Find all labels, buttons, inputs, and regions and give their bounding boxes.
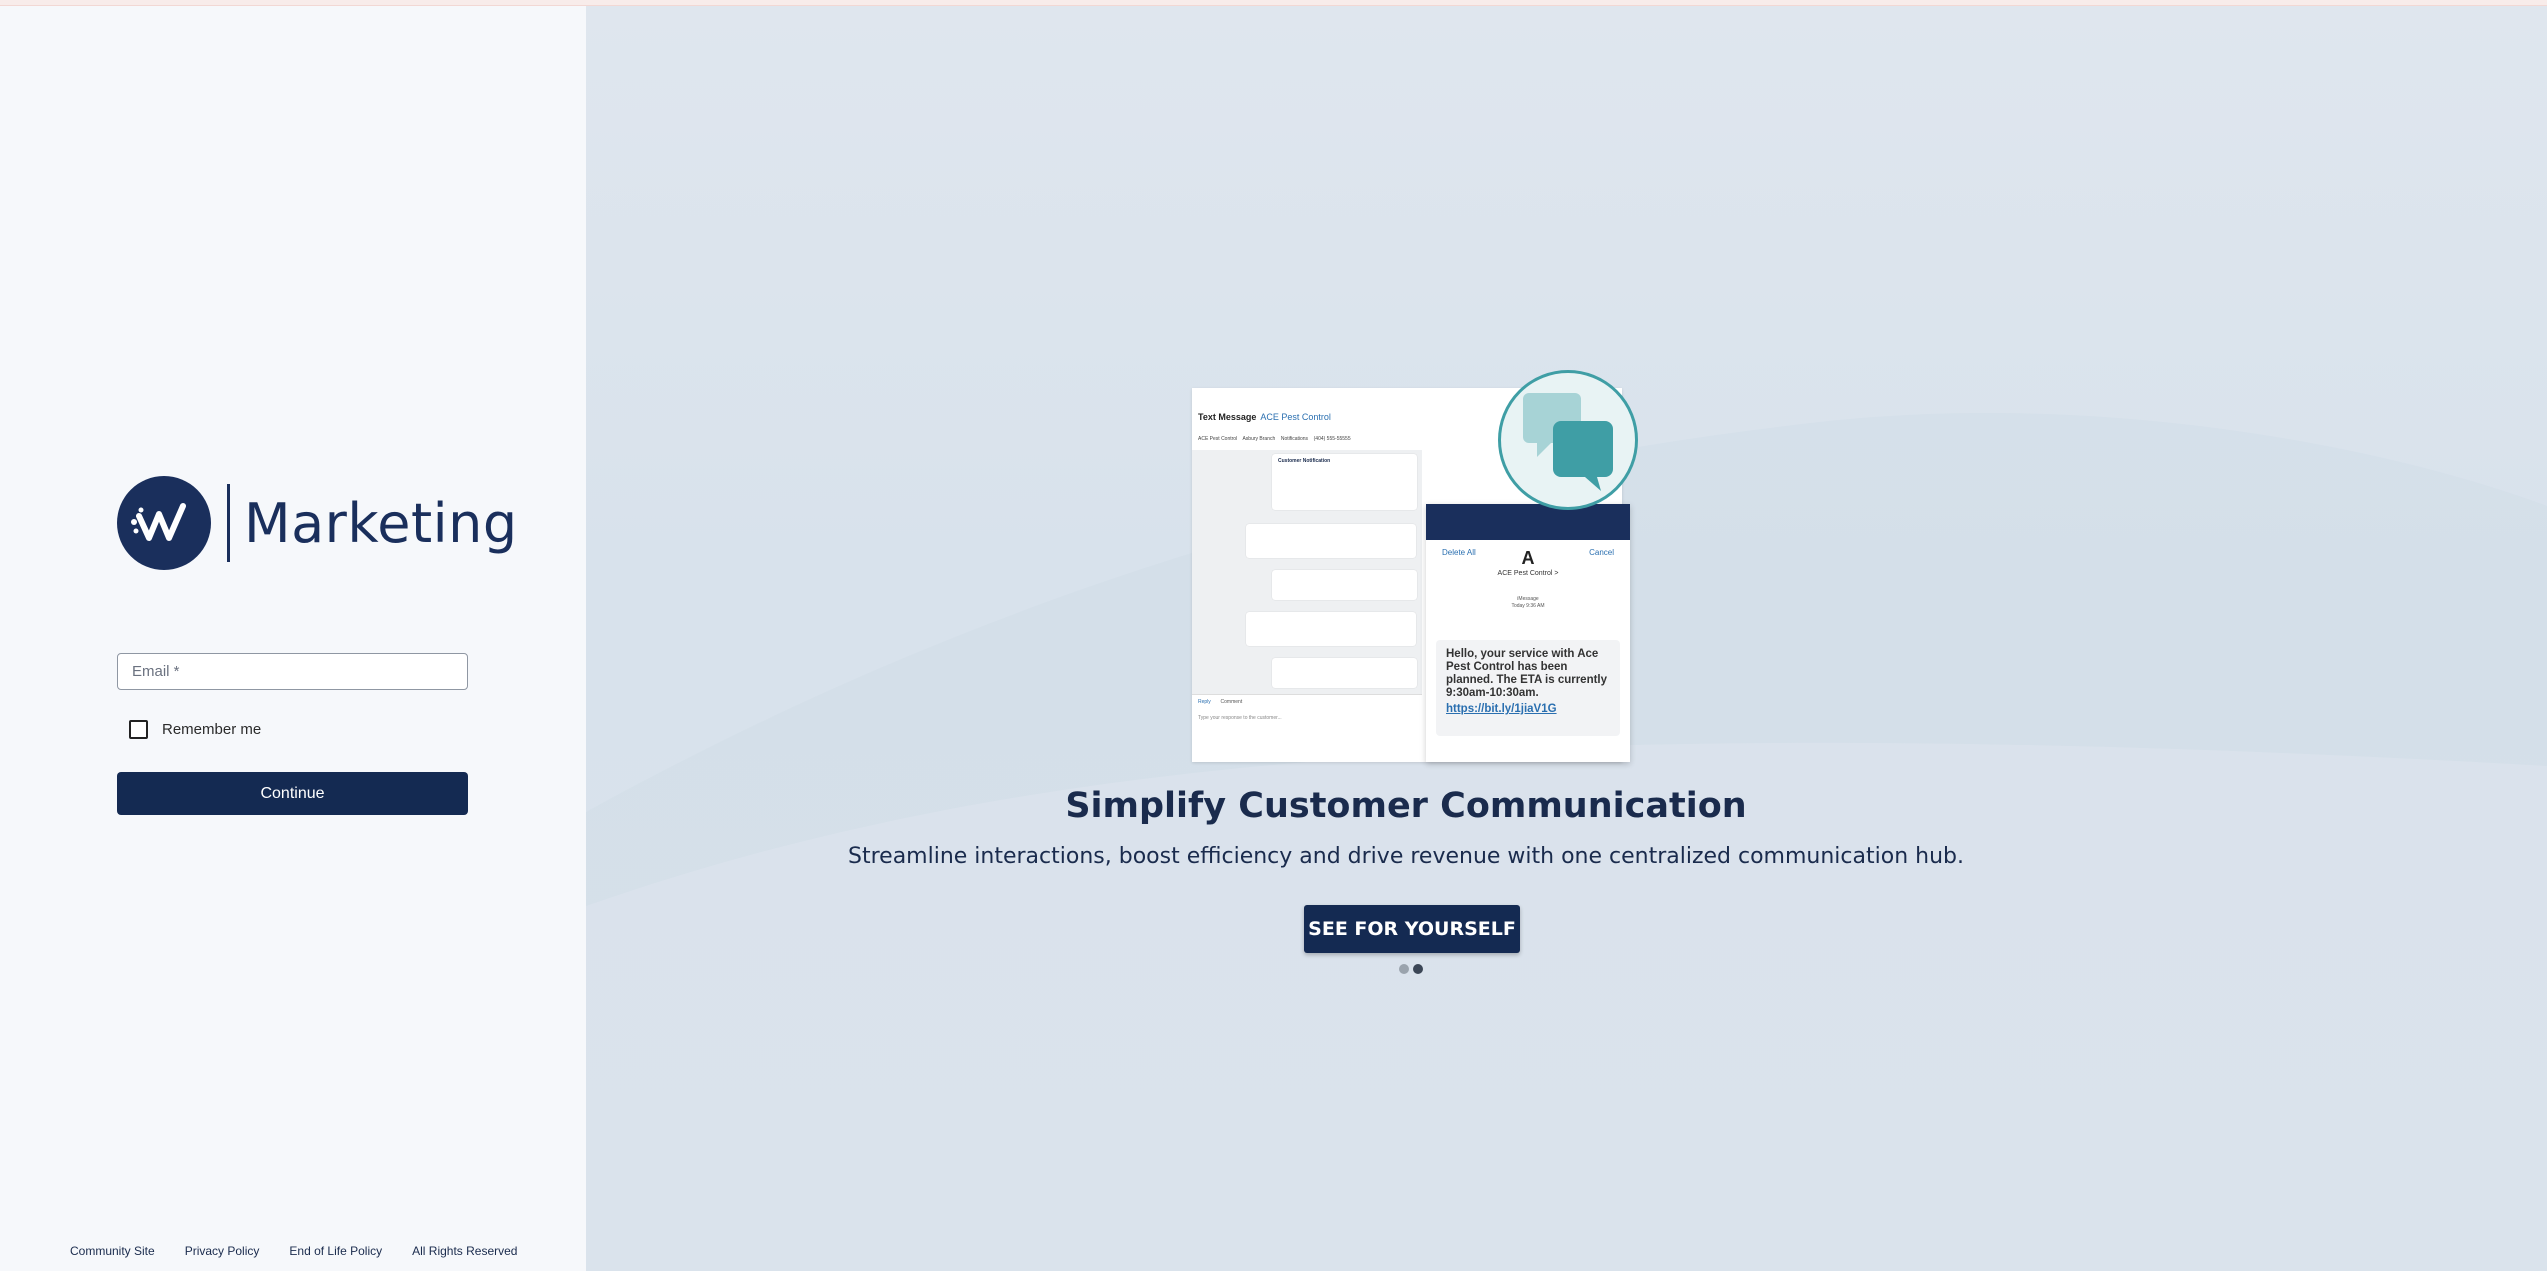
chat-bubble (1272, 658, 1417, 688)
chat-bubble (1246, 612, 1416, 646)
chat-bubbles-icon (1498, 370, 1638, 510)
footer-link-community-site[interactable]: Community Site (70, 1244, 155, 1258)
phone-screenshot: Delete All Cancel A ACE Pest Control > i… (1426, 504, 1630, 762)
promo-panel: Text Message ACE Pest Control ACE Pest Co… (586, 6, 2547, 1271)
remember-me[interactable]: Remember me (129, 720, 261, 739)
notification-bubble: Customer Notification (1272, 454, 1417, 510)
screenshot-title: Text Message ACE Pest Control (1198, 412, 1331, 422)
chat-bubble (1272, 570, 1417, 600)
promo-headline: Simplify Customer Communication (1065, 786, 1747, 826)
email-field[interactable] (118, 654, 467, 689)
chat-area: Customer Notification (1192, 450, 1422, 696)
screenshot-subtitle: ACE Pest Control Asbury Branch Notificat… (1198, 436, 1351, 442)
reply-bar: Reply Comment Type your response to the … (1192, 694, 1422, 762)
product-illustration: Text Message ACE Pest Control ACE Pest Co… (1192, 370, 1638, 762)
logo-divider (227, 484, 230, 562)
continue-button[interactable]: Continue (117, 772, 468, 815)
footer-links: Community Site Privacy Policy End of Lif… (70, 1244, 547, 1258)
carousel-dot-2[interactable] (1413, 964, 1423, 974)
remember-me-checkbox[interactable] (129, 720, 148, 739)
brand-mark-icon (117, 476, 211, 570)
see-for-yourself-button[interactable]: SEE FOR YOURSELF (1304, 905, 1520, 953)
brand-name: Marketing (244, 491, 518, 555)
footer-link-all-rights-reserved[interactable]: All Rights Reserved (412, 1244, 517, 1258)
phone-app-bar (1426, 504, 1630, 540)
footer-link-privacy-policy[interactable]: Privacy Policy (185, 1244, 260, 1258)
chat-bubble (1246, 524, 1416, 558)
phone-message: Hello, your service with Ace Pest Contro… (1436, 640, 1620, 736)
remember-me-label: Remember me (162, 721, 262, 738)
email-field-wrapper (117, 653, 468, 690)
carousel-dot-1[interactable] (1399, 964, 1409, 974)
carousel-dots (1399, 964, 1423, 974)
footer-link-end-of-life-policy[interactable]: End of Life Policy (289, 1244, 382, 1258)
brand-logo: Marketing (117, 476, 518, 570)
promo-subheadline: Streamline interactions, boost efficienc… (848, 844, 1964, 869)
login-panel: Marketing Remember me Continue Community… (0, 6, 586, 1271)
